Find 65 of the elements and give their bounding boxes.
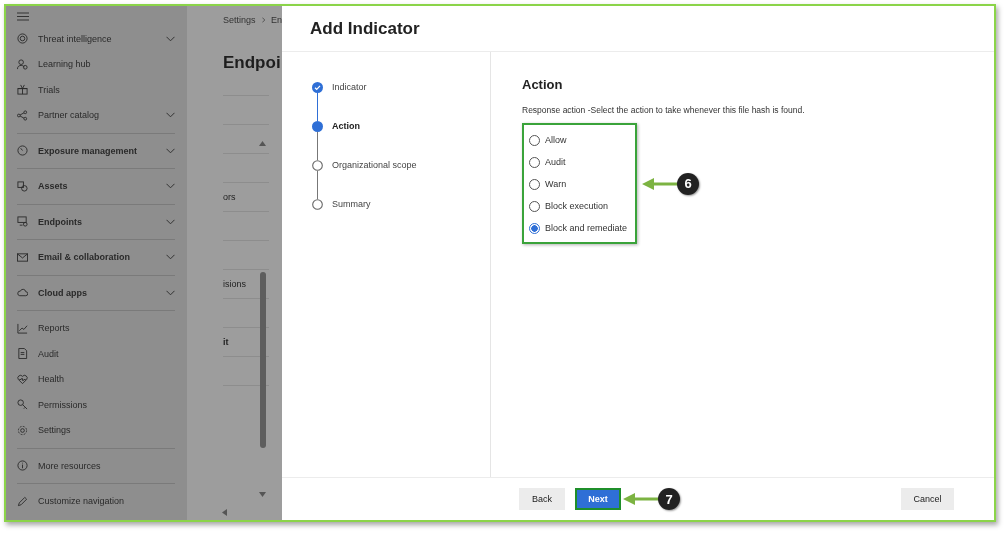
scrollbar[interactable]: [259, 141, 266, 497]
scroll-left-icon[interactable]: [222, 509, 227, 516]
table-cell: it: [223, 337, 229, 347]
nav-item[interactable]: More resources: [6, 453, 187, 479]
radio-option[interactable]: Block execution: [529, 196, 628, 216]
next-button[interactable]: Next: [575, 488, 621, 510]
back-button[interactable]: Back: [519, 488, 565, 510]
scroll-up-icon[interactable]: [259, 141, 266, 146]
nav-item[interactable]: Endpoints: [6, 209, 187, 235]
nav-item[interactable]: Settings: [6, 417, 187, 443]
target-icon: [17, 33, 28, 45]
nav-item[interactable]: Permissions: [6, 392, 187, 418]
device-icon: [17, 216, 28, 228]
description-text: Response action -Select the action to take whenever this file hash is found.: [522, 105, 806, 115]
share-icon: [17, 109, 28, 121]
chart-icon: [17, 322, 28, 334]
radio-option[interactable]: Warn: [529, 174, 628, 194]
radio-option[interactable]: Allow: [529, 130, 628, 150]
nav-item[interactable]: Email & collaboration: [6, 244, 187, 270]
scrollbar-thumb[interactable]: [259, 272, 266, 448]
nav-item[interactable]: Health: [6, 366, 187, 392]
nav-item[interactable]: Cloud apps: [6, 280, 187, 306]
info-icon: [17, 460, 28, 472]
table-cell: isions: [223, 279, 246, 289]
mail-icon: [17, 251, 28, 263]
pencil-icon: [17, 495, 28, 507]
step-number-badge: 6: [677, 172, 700, 195]
cloud-icon: [17, 287, 28, 299]
settings-icon: [17, 424, 28, 436]
chevron-right-icon: [261, 16, 265, 24]
panel-title: Add Indicator: [310, 18, 420, 39]
nav-item[interactable]: Trials: [6, 77, 187, 103]
page-heading: Endpoi: [223, 53, 282, 73]
shapes-icon: [17, 180, 28, 192]
gauge-icon: [17, 145, 28, 157]
doc-icon: [17, 348, 28, 360]
step-label[interactable]: Action: [332, 121, 360, 160]
scroll-down-icon[interactable]: [259, 492, 266, 497]
step-number-badge: 7: [658, 488, 680, 510]
menu-icon[interactable]: [17, 12, 29, 21]
nav-item[interactable]: Threat intelligence: [6, 26, 187, 52]
nav-item[interactable]: Partner catalog: [6, 102, 187, 128]
breadcrumb-link[interactable]: En: [271, 15, 282, 25]
step-label[interactable]: Summary: [332, 199, 371, 210]
gift-icon: [17, 84, 28, 96]
radio-option[interactable]: Audit: [529, 152, 628, 172]
nav-item[interactable]: Learning hub: [6, 51, 187, 77]
table-cell: ors: [223, 192, 236, 202]
nav-item[interactable]: Exposure management: [6, 138, 187, 164]
nav-item[interactable]: Reports: [6, 315, 187, 341]
step-label[interactable]: Indicator: [332, 82, 367, 121]
heart-icon: [17, 373, 28, 385]
step-label[interactable]: Organizational scope: [332, 160, 417, 199]
nav-item[interactable]: Audit: [6, 341, 187, 367]
nav-item[interactable]: Assets: [6, 173, 187, 199]
nav-item[interactable]: Customize navigation: [6, 488, 187, 514]
radio-option[interactable]: Block and remediate: [529, 218, 628, 238]
radio-button[interactable]: [529, 222, 540, 234]
breadcrumb-link[interactable]: Settings: [223, 15, 256, 25]
cancel-button[interactable]: Cancel: [901, 488, 954, 510]
people-icon: [17, 58, 28, 70]
callout-arrow: [642, 176, 679, 191]
key-icon: [17, 399, 28, 411]
section-title: Action: [522, 77, 564, 92]
callout-arrow: [623, 492, 659, 506]
